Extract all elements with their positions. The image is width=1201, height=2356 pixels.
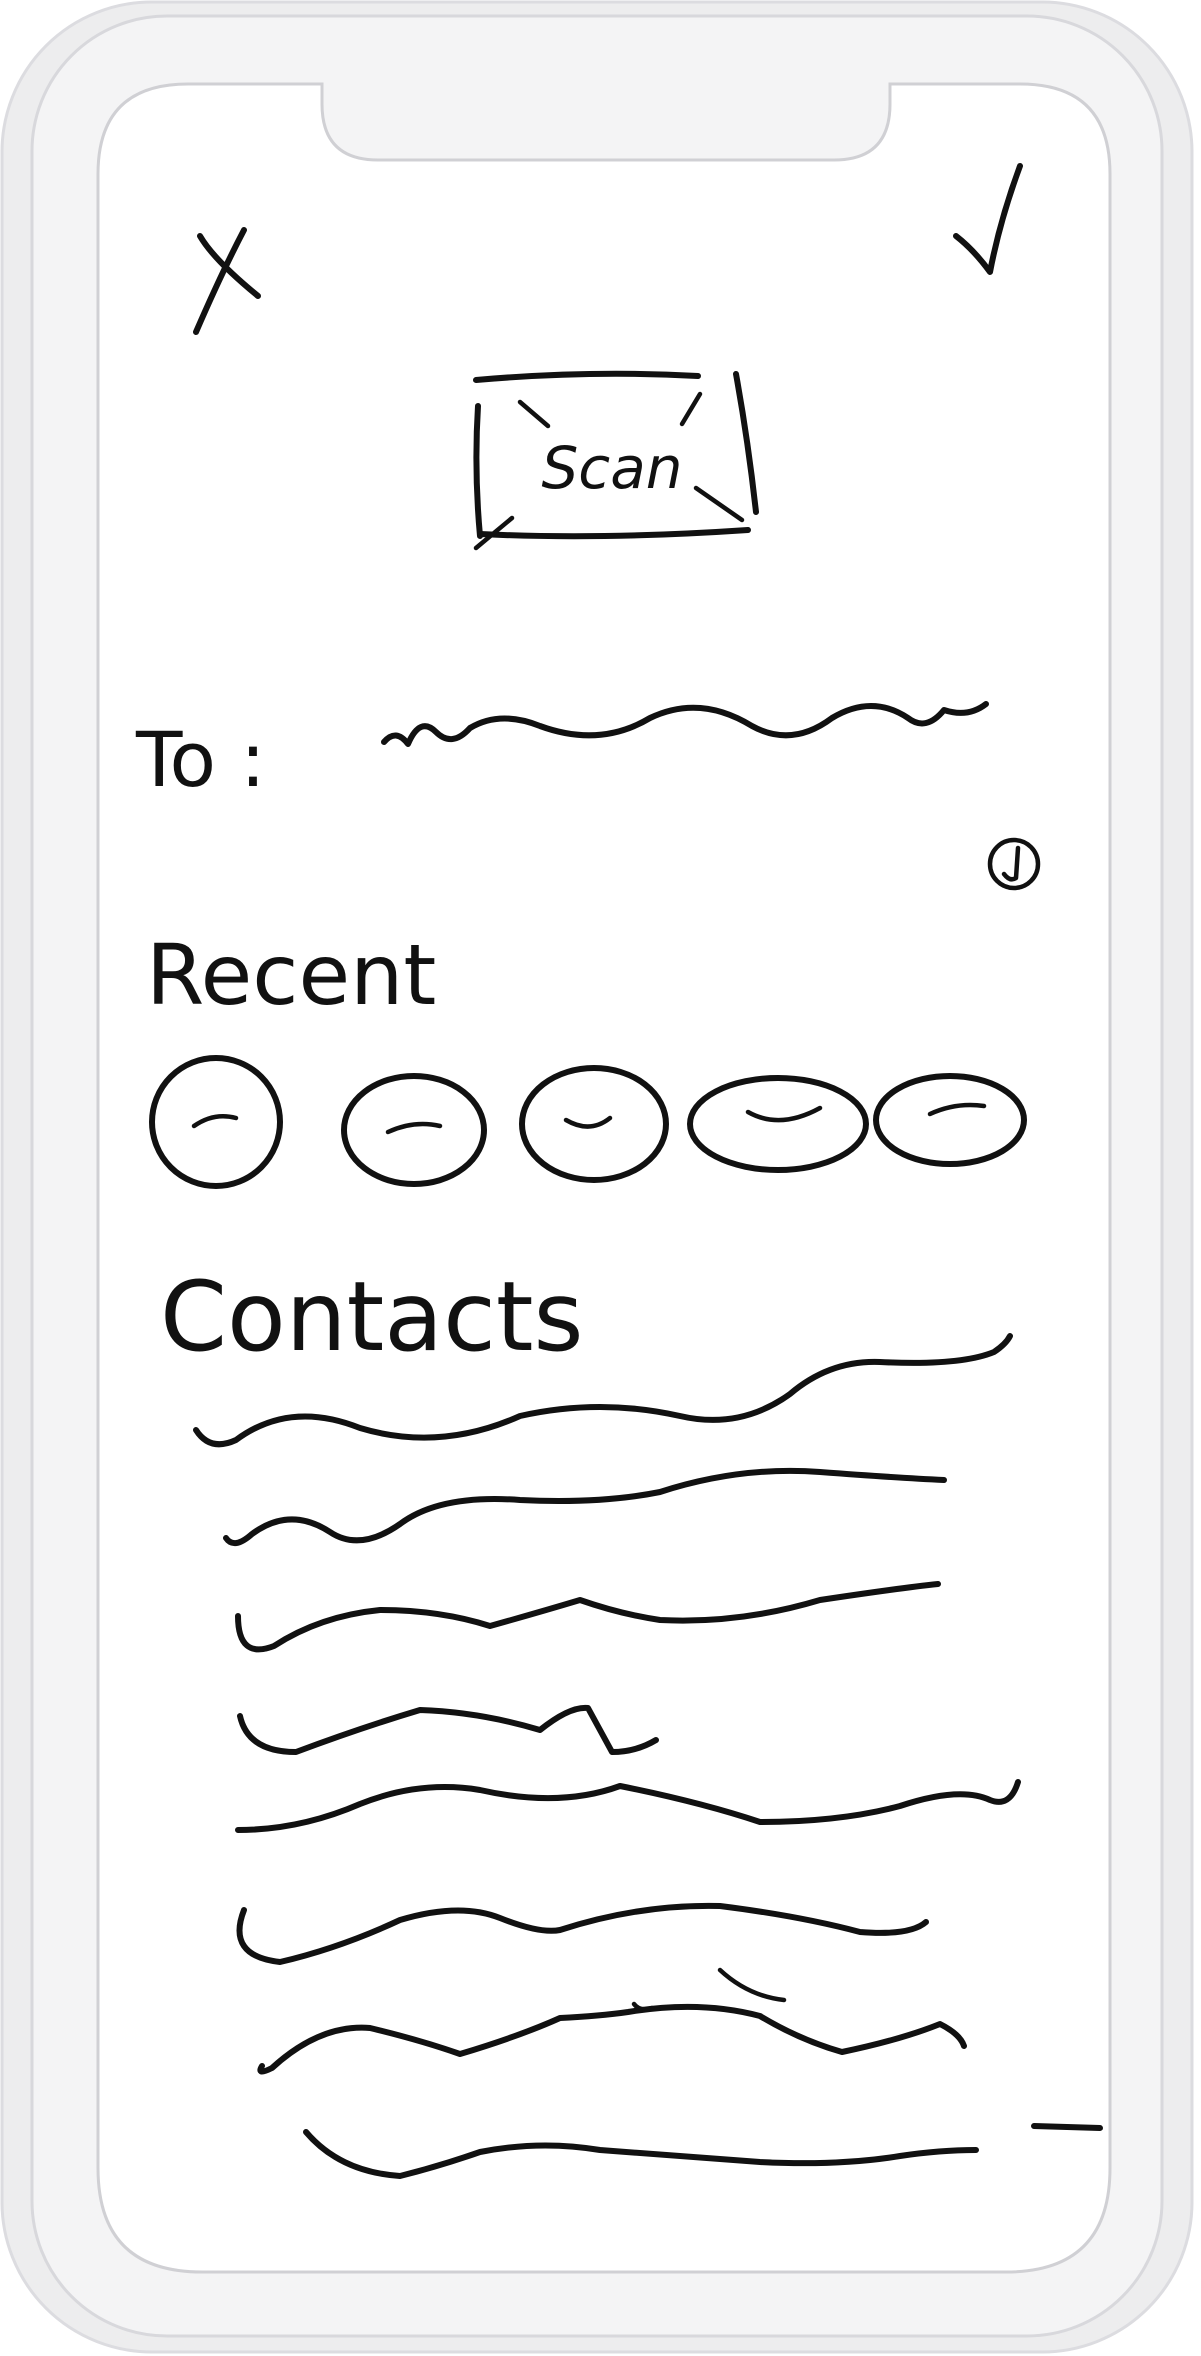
dash-icon (1031, 2123, 1103, 2131)
contacts-title: Contacts (160, 1261, 584, 1373)
recent-title: Recent (146, 926, 436, 1024)
scan-label: Scan (541, 434, 682, 502)
to-label: To : (135, 715, 266, 804)
phone-wireframe: Scan To : Recent Contacts (0, 0, 1194, 2354)
